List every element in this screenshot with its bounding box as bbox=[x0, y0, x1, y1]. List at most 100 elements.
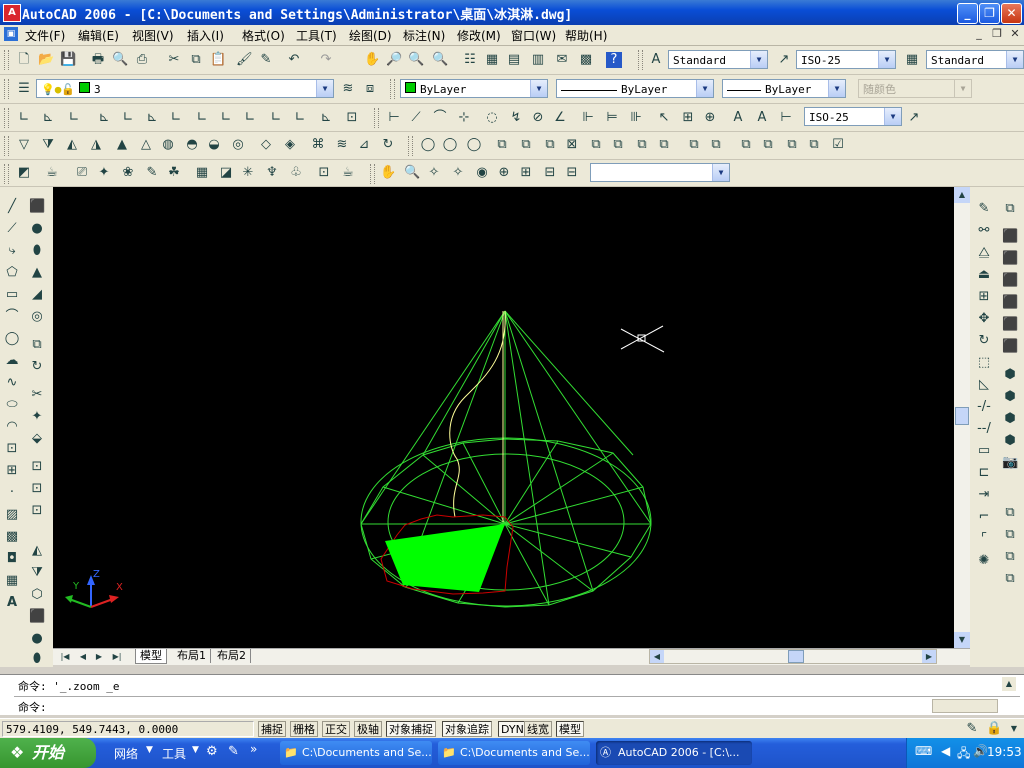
menu-edit[interactable]: 编辑(E) bbox=[78, 27, 119, 44]
erase-icon[interactable]: ✎ bbox=[976, 201, 992, 217]
break-icon[interactable]: ⊏ bbox=[976, 465, 992, 481]
publish-icon[interactable]: ⎙ bbox=[134, 52, 150, 68]
attach-material-icon[interactable]: ☘ bbox=[166, 165, 182, 181]
tab-layout1[interactable]: 布局1 bbox=[173, 649, 211, 663]
status-menu-icon[interactable]: ▼ bbox=[1006, 721, 1022, 737]
ruled-surface-icon[interactable]: ≋ bbox=[334, 137, 350, 153]
ucs-world-icon[interactable]: ⊾ bbox=[40, 110, 56, 126]
toolbar-grip[interactable] bbox=[4, 50, 9, 70]
clean-icon[interactable]: ⧉ bbox=[760, 137, 776, 153]
doc-restore-button[interactable]: ❐ bbox=[990, 28, 1004, 41]
landscape-edit-icon[interactable]: ♧ bbox=[288, 165, 304, 181]
3d-zoom-icon[interactable]: 🔍 bbox=[404, 165, 420, 181]
toolbar-grip[interactable] bbox=[638, 50, 643, 70]
toolbar-grip[interactable] bbox=[4, 136, 9, 156]
intersect-icon[interactable]: ◯ bbox=[466, 137, 482, 153]
horizontal-scrollbar[interactable]: ◀ ▶ bbox=[649, 649, 937, 664]
spline-icon[interactable]: ∿ bbox=[4, 375, 20, 391]
ellipse-icon[interactable]: ⬭ bbox=[4, 397, 20, 413]
scroll-left-icon[interactable]: ◀ bbox=[650, 650, 664, 663]
imprint-icon[interactable]: ⧉ bbox=[738, 137, 754, 153]
materials-icon[interactable]: ❀ bbox=[120, 165, 136, 181]
quick-network-label[interactable]: 网络 bbox=[114, 745, 138, 762]
previous-tab-icon[interactable]: ◀ bbox=[75, 649, 91, 665]
osnap-toggle[interactable]: 对象捕捉 bbox=[386, 721, 436, 737]
menu-dimension[interactable]: 标注(N) bbox=[403, 27, 445, 44]
extend-icon[interactable]: --/ bbox=[976, 421, 992, 437]
color-faces-icon[interactable]: ⧉ bbox=[656, 137, 672, 153]
quicklaunch-more-icon[interactable]: » bbox=[250, 742, 257, 756]
shell-icon[interactable]: ⧉ bbox=[806, 137, 822, 153]
3d-cylinder-icon[interactable]: ⬮ bbox=[29, 651, 45, 667]
bottom-view-icon[interactable]: ⬛ bbox=[1002, 251, 1018, 267]
front-clip-icon[interactable]: ⊟ bbox=[542, 165, 558, 181]
fog-icon[interactable]: ✳ bbox=[240, 165, 256, 181]
task-explorer-2[interactable]: 📁 C:\Documents and Se... bbox=[438, 741, 590, 765]
copy-object-icon[interactable]: ⚯ bbox=[976, 223, 992, 239]
cone-surface-icon[interactable]: △ bbox=[138, 137, 154, 153]
3d-surfaces-box-icon[interactable]: ⬡ bbox=[29, 587, 45, 603]
redo-icon[interactable]: ↷ bbox=[318, 52, 334, 68]
stretch-icon[interactable]: ◺ bbox=[976, 377, 992, 393]
communication-center-icon[interactable]: ✎ bbox=[964, 721, 980, 737]
tab-layout2[interactable]: 布局2 bbox=[213, 649, 251, 663]
rotate-icon[interactable]: ↻ bbox=[976, 333, 992, 349]
section-icon[interactable]: ✦ bbox=[29, 409, 45, 425]
pyramid-surface-icon[interactable]: ◈ bbox=[282, 137, 298, 153]
array-icon[interactable]: ⊞ bbox=[976, 289, 992, 305]
sheet-set-icon[interactable]: ▥ bbox=[530, 52, 546, 68]
move-faces-icon[interactable]: ⧉ bbox=[518, 137, 534, 153]
layer-manager-icon[interactable]: ☰ bbox=[16, 81, 32, 97]
viewports-icon[interactable]: ⧉ bbox=[1002, 505, 1018, 521]
offset-faces-icon[interactable]: ⧉ bbox=[542, 137, 558, 153]
command-window[interactable]: 命令: '_.zoom _e 命令: ▲ bbox=[0, 674, 1024, 715]
vertical-scroll-thumb[interactable] bbox=[955, 407, 969, 425]
3d-wireframe-icon[interactable]: ⧩ bbox=[40, 137, 56, 153]
paste-icon[interactable]: 📋 bbox=[210, 52, 226, 68]
single-viewport-icon[interactable]: ⧉ bbox=[1002, 527, 1018, 543]
color-edges-icon[interactable]: ⧉ bbox=[708, 137, 724, 153]
toolbar-grip[interactable] bbox=[370, 164, 375, 184]
menu-window[interactable]: 窗口(W) bbox=[511, 27, 556, 44]
se-isometric-icon[interactable]: ⬢ bbox=[1002, 389, 1018, 405]
scale-icon[interactable]: ⬚ bbox=[976, 355, 992, 371]
offset-icon[interactable]: ⏏ bbox=[976, 267, 992, 283]
new-landscape-icon[interactable]: ♆ bbox=[264, 165, 280, 181]
keyboard-icon[interactable]: ⌨ bbox=[915, 744, 932, 758]
last-tab-icon[interactable]: ▶| bbox=[109, 649, 125, 665]
make-block-icon[interactable]: ⊞ bbox=[4, 463, 20, 479]
dim-style-select[interactable]: ISO-25 ▼ bbox=[796, 50, 896, 69]
copy-faces-icon[interactable]: ⧉ bbox=[634, 137, 650, 153]
tool-palettes-icon[interactable]: ▤ bbox=[506, 52, 522, 68]
ucs-zaxis-icon[interactable]: ∟ bbox=[194, 110, 210, 126]
box-icon[interactable]: ⬛ bbox=[29, 199, 45, 215]
ucs-icon[interactable]: ∟ bbox=[16, 110, 32, 126]
extrude-icon[interactable]: ⧉ bbox=[29, 337, 45, 353]
polygonal-viewport-icon[interactable]: ⧉ bbox=[1002, 549, 1018, 565]
sphere-icon[interactable]: ● bbox=[29, 221, 45, 237]
back-view-icon[interactable]: ⬛ bbox=[1002, 339, 1018, 355]
ucs-face-icon[interactable]: ⊾ bbox=[96, 110, 112, 126]
explode-icon[interactable]: ✺ bbox=[976, 553, 992, 569]
subtract-icon[interactable]: ◯ bbox=[442, 137, 458, 153]
first-tab-icon[interactable]: |◀ bbox=[57, 649, 73, 665]
render-icon[interactable]: ☕ bbox=[44, 165, 60, 181]
hatch-icon[interactable]: ▨ bbox=[4, 507, 20, 523]
ucs-object-icon[interactable]: ∟ bbox=[120, 110, 136, 126]
aligned-dimension-icon[interactable]: ⟋ bbox=[408, 110, 424, 126]
dome-surface-icon[interactable]: ◓ bbox=[184, 137, 200, 153]
revolved-surface-icon[interactable]: ↻ bbox=[380, 137, 396, 153]
quick-tools-label[interactable]: 工具 bbox=[162, 745, 186, 762]
command-hscroll[interactable] bbox=[932, 699, 998, 713]
polar-toggle[interactable]: 极轴 bbox=[354, 721, 382, 737]
setup-view-icon[interactable]: ⊡ bbox=[29, 481, 45, 497]
hidden-icon[interactable]: ◭ bbox=[64, 137, 80, 153]
polyline-icon[interactable]: ⤷ bbox=[4, 243, 20, 259]
restore-button[interactable]: ❐ bbox=[979, 3, 1000, 24]
mirror-icon[interactable]: ⧋ bbox=[976, 245, 992, 261]
circle-icon[interactable]: ◯ bbox=[4, 331, 20, 347]
linetype-select[interactable]: ByLayer ▼ bbox=[556, 79, 714, 98]
tolerance-icon[interactable]: ⊞ bbox=[680, 110, 696, 126]
interfere-icon[interactable]: ⬙ bbox=[29, 431, 45, 447]
top-view-icon[interactable]: ⬛ bbox=[1002, 229, 1018, 245]
